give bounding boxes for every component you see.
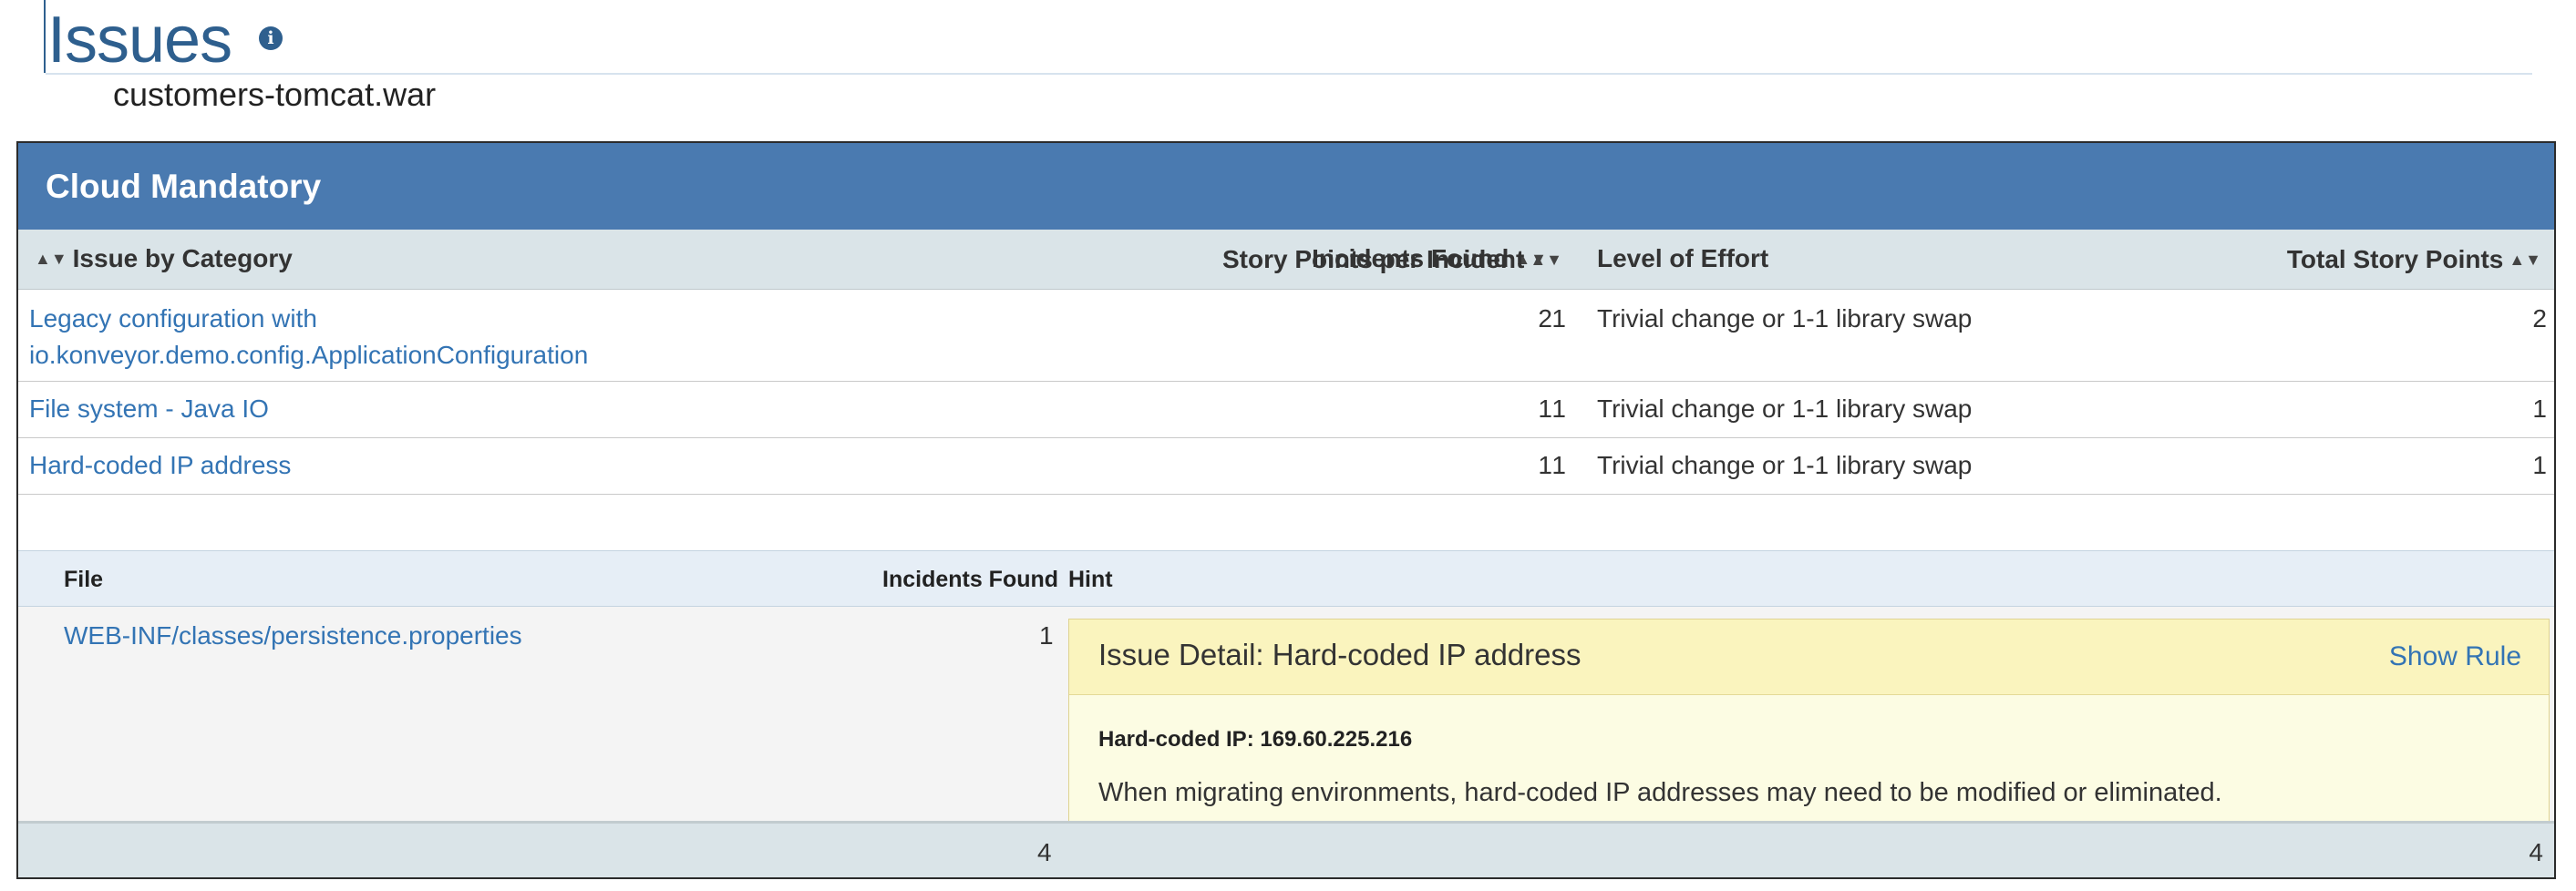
table-row: File system - Java IO 1 1 Trivial change… bbox=[18, 381, 2554, 438]
file-incidents-count: 1 bbox=[1039, 621, 1054, 650]
panel-footer-totals: 4 4 bbox=[18, 821, 2554, 877]
detail-column-hint: Hint bbox=[1068, 567, 1113, 592]
effort-value: Trivial change or 1-1 library swap bbox=[1597, 394, 1973, 423]
column-label: Story Points per Incident bbox=[1221, 245, 1525, 273]
footer-story-points-total: 4 bbox=[2529, 838, 2543, 866]
detail-column-file: File bbox=[64, 567, 104, 592]
detail-header-row: File Incidents Found Hint bbox=[18, 550, 2554, 607]
points-per-incident-value: 1 bbox=[1551, 450, 1566, 479]
table-row: Legacy configuration with io.konveyor.dem… bbox=[18, 289, 2554, 382]
cloud-mandatory-panel: Cloud Mandatory ▲▼ Issue by Category Inci… bbox=[16, 141, 2556, 879]
page-title: Issues bbox=[47, 4, 232, 77]
table-header-row: ▲▼ Issue by Category Incidents Found ▲▼ St… bbox=[18, 230, 2554, 290]
detail-column-incidents: Incidents Found bbox=[882, 567, 1059, 592]
hint-title-bar: Issue Detail: Hard-coded IP address Show… bbox=[1069, 620, 2549, 695]
table-row: Hard-coded IP address 1 1 Trivial change… bbox=[18, 437, 2554, 495]
incidents-cell: 1 bbox=[1057, 437, 1563, 495]
issues-table: ▲▼ Issue by Category Incidents Found ▲▼ St… bbox=[18, 230, 2554, 495]
points-per-incident-value: 1 bbox=[1551, 394, 1566, 423]
application-name: customers-tomcat.war bbox=[113, 76, 437, 113]
points-per-incident-value: 1 bbox=[1551, 303, 1566, 333]
story-points-per-incident-label: Story Points per Incident ▲▼ bbox=[1222, 245, 1568, 274]
footer-incidents-total: 4 bbox=[1037, 838, 1052, 866]
page-header: Issues i bbox=[44, 0, 2532, 77]
panel-heading: Cloud Mandatory bbox=[18, 143, 2554, 230]
issue-link-hard-coded-ip[interactable]: Hard-coded IP address bbox=[29, 451, 291, 479]
column-label: Total Story Points bbox=[2286, 245, 2504, 273]
hint-box: Issue Detail: Hard-coded IP address Show… bbox=[1068, 619, 2550, 835]
issue-cell: Hard-coded IP address bbox=[18, 437, 1057, 495]
sort-icon: ▲▼ bbox=[35, 250, 67, 269]
column-total-story-points[interactable]: Total Story Points ▲▼ bbox=[2287, 245, 2547, 274]
issue-cell: Legacy configuration with io.konveyor.dem… bbox=[18, 289, 1057, 382]
header-left-rule bbox=[44, 0, 46, 73]
sort-icon: ▲▼ bbox=[2509, 251, 2541, 269]
sort-icon: ▲▼ bbox=[1530, 251, 1562, 269]
hint-ip-label: Hard-coded IP: 169.60.225.216 bbox=[1098, 727, 1413, 752]
column-label: Issue by Category bbox=[72, 244, 293, 273]
effort-cell: 1 Trivial change or 1-1 library swap 1 bbox=[1551, 437, 2554, 495]
issue-link-file-system[interactable]: File system - Java IO bbox=[29, 394, 269, 423]
incidents-cell: 2 bbox=[1057, 289, 1563, 382]
effort-value: Trivial change or 1-1 library swap bbox=[1597, 450, 1973, 479]
total-value: 1 bbox=[2532, 394, 2547, 423]
total-value: 2 bbox=[2532, 303, 2547, 333]
incidents-cell: 1 bbox=[1057, 381, 1563, 438]
hint-title: Issue Detail: Hard-coded IP address bbox=[1098, 638, 1582, 671]
column-label: Level of Effort bbox=[1597, 244, 1769, 273]
column-issue-by-category[interactable]: ▲▼ Issue by Category bbox=[18, 230, 1057, 290]
total-value: 1 bbox=[2532, 450, 2547, 479]
show-rule-link[interactable]: Show Rule bbox=[2389, 641, 2521, 672]
issue-cell: File system - Java IO bbox=[18, 381, 1057, 438]
effort-cell: 1 Trivial change or 1-1 library swap 2 bbox=[1551, 289, 2554, 382]
issue-link-legacy-configuration[interactable]: Legacy configuration with io.konveyor.dem… bbox=[29, 304, 588, 369]
column-level-of-effort[interactable]: Story Points per Incident ▲▼ Level of Eff… bbox=[1222, 230, 2554, 290]
effort-value: Trivial change or 1-1 library swap bbox=[1597, 303, 1973, 333]
file-link[interactable]: WEB-INF/classes/persistence.properties bbox=[64, 621, 522, 650]
info-icon[interactable]: i bbox=[259, 26, 283, 50]
hint-description: When migrating environments, hard-coded … bbox=[1098, 778, 2222, 807]
effort-cell: 1 Trivial change or 1-1 library swap 1 bbox=[1551, 381, 2554, 438]
